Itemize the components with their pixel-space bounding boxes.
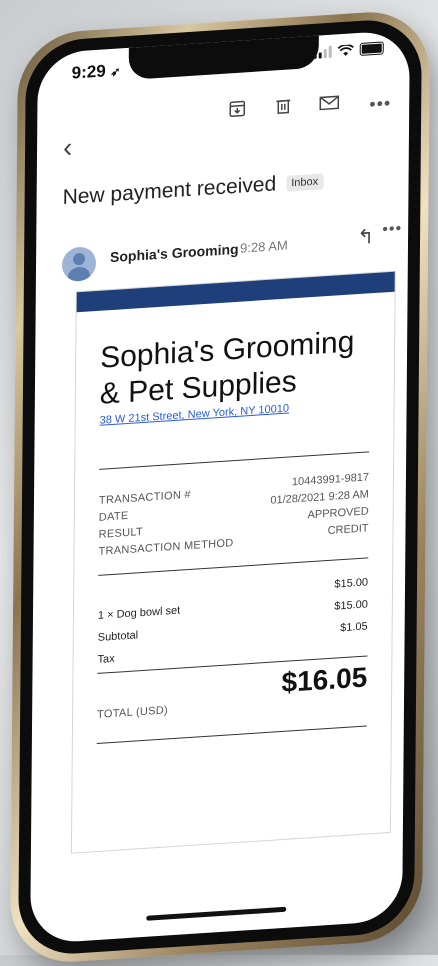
divider	[98, 557, 368, 575]
tax-amount: $1.05	[334, 615, 368, 639]
phone-bezel: 9:29 ➶	[18, 17, 422, 957]
signal-icon	[314, 45, 332, 58]
back-arrow-icon[interactable]: ‹	[63, 132, 73, 165]
more-options-icon[interactable]: •••	[369, 93, 391, 115]
line-item-labels: 1 × Dog bowl set Subtotal Tax	[97, 600, 180, 671]
phone-screen: 9:29 ➶	[30, 30, 410, 945]
total-label: TOTAL (USD)	[97, 704, 168, 721]
inbox-label-chip[interactable]: Inbox	[286, 173, 323, 191]
transaction-labels: TRANSACTION # DATE RESULT TRANSACTION ME…	[98, 484, 234, 561]
subject-row: New payment received Inbox	[63, 169, 324, 210]
archive-icon[interactable]	[227, 98, 247, 119]
message-more-icon[interactable]: •••	[382, 220, 402, 239]
notch	[129, 34, 319, 80]
wifi-icon	[338, 44, 354, 57]
sender-name[interactable]: Sophia's Grooming	[110, 241, 239, 265]
transaction-values: 10443991-9817 01/28/2021 9:28 AM APPROVE…	[270, 469, 369, 543]
phone-frame: 9:29 ➶	[10, 8, 430, 965]
line-item-amounts: $15.00 $15.00 $1.05	[334, 571, 368, 639]
location-arrow-icon: ➶	[110, 64, 120, 79]
divider	[97, 726, 367, 744]
tax-label: Tax	[97, 644, 179, 671]
home-indicator[interactable]	[146, 907, 286, 921]
battery-icon	[360, 41, 384, 56]
receipt-card: Sophia's Grooming & Pet Supplies 38 W 21…	[71, 271, 396, 854]
status-time: 9:29 ➶	[72, 60, 121, 83]
status-icons	[314, 41, 384, 59]
email-subject: New payment received	[63, 172, 277, 210]
email-toolbar	[227, 92, 339, 119]
avatar[interactable]	[62, 246, 96, 282]
business-name: Sophia's Grooming & Pet Supplies	[100, 323, 381, 413]
mail-icon[interactable]	[319, 92, 339, 113]
email-time: 9:28 AM	[240, 238, 288, 256]
scene: 9:29 ➶	[0, 0, 438, 955]
reply-icon[interactable]: ↰	[357, 224, 374, 250]
subtotal-amount: $15.00	[334, 593, 368, 617]
item-header-amount: $15.00	[334, 571, 368, 595]
trash-icon[interactable]	[273, 95, 293, 116]
total-value: $16.05	[281, 661, 367, 699]
divider	[99, 451, 369, 469]
